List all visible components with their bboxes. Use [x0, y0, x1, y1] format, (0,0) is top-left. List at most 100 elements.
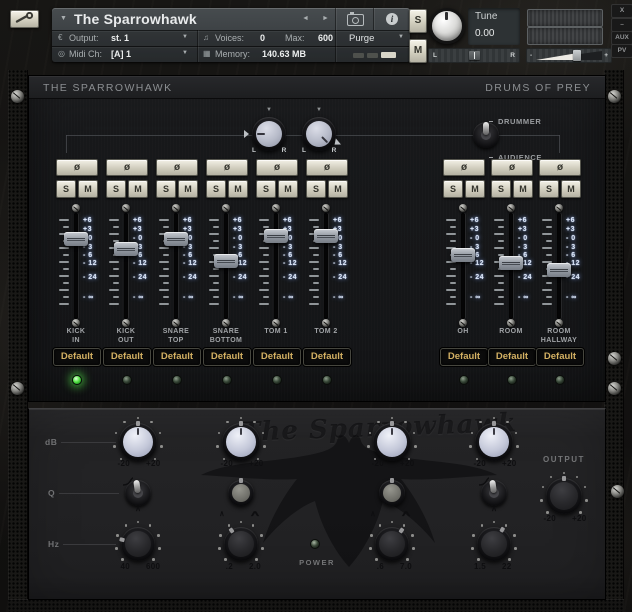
- next-instrument-icon[interactable]: ►: [322, 15, 329, 22]
- master-solo-button[interactable]: S: [409, 9, 427, 33]
- default-button[interactable]: Default: [53, 348, 101, 366]
- band1-freq-knob[interactable]: [121, 527, 155, 561]
- fader-handle[interactable]: [264, 229, 288, 243]
- phase-button[interactable]: ø: [56, 159, 98, 176]
- purge-dropdown-icon[interactable]: ▼: [398, 34, 404, 40]
- band4-gain-knob[interactable]: [475, 423, 513, 461]
- gain-min-label: -20: [205, 459, 233, 468]
- solo-button[interactable]: S: [491, 180, 511, 198]
- mute-button[interactable]: M: [78, 180, 98, 198]
- snapshot-button[interactable]: [335, 8, 374, 30]
- fader-handle[interactable]: [164, 232, 188, 246]
- solo-button[interactable]: S: [106, 180, 126, 198]
- fader-tick: [309, 261, 319, 263]
- band3-gain-knob[interactable]: [373, 423, 411, 461]
- output-value[interactable]: st. 1: [111, 33, 129, 43]
- default-button[interactable]: Default: [536, 348, 584, 366]
- knob-nub: [492, 421, 496, 426]
- fader-handle[interactable]: [499, 256, 523, 270]
- solo-button[interactable]: S: [256, 180, 276, 198]
- mute-button[interactable]: M: [178, 180, 198, 198]
- rack-bottom-strip: [8, 599, 624, 612]
- fader-handle[interactable]: [547, 263, 571, 277]
- wrench-button[interactable]: [10, 10, 39, 28]
- solo-button[interactable]: S: [539, 180, 559, 198]
- fader-handle[interactable]: [451, 248, 475, 262]
- tune-knob[interactable]: [429, 8, 465, 44]
- mute-button[interactable]: M: [278, 180, 298, 198]
- knob-dot: [404, 421, 407, 424]
- fader-bottom-screw: [322, 319, 330, 327]
- knob-dot: [542, 486, 545, 489]
- gain-max-label: +20: [249, 459, 277, 468]
- knob-nub: [239, 478, 243, 483]
- midi-label: Midi Ch:: [69, 49, 102, 59]
- solo-button[interactable]: S: [206, 180, 226, 198]
- band2-gain-knob[interactable]: [222, 423, 260, 461]
- mute-button[interactable]: M: [465, 180, 485, 198]
- fader-handle[interactable]: [214, 254, 238, 268]
- aux-button[interactable]: AUX: [611, 31, 632, 45]
- phase-button[interactable]: ø: [491, 159, 533, 176]
- output-dropdown-icon[interactable]: ▼: [182, 34, 188, 40]
- instrument-dropdown-icon[interactable]: ▼: [60, 15, 67, 22]
- mute-button[interactable]: M: [328, 180, 348, 198]
- close-button[interactable]: X: [611, 4, 632, 18]
- fader-handle[interactable]: [64, 232, 88, 246]
- mute-button[interactable]: M: [228, 180, 248, 198]
- band1-gain-knob[interactable]: [119, 423, 157, 461]
- knob-dot: [563, 472, 566, 475]
- default-button[interactable]: Default: [488, 348, 536, 366]
- knob-dot: [375, 558, 378, 561]
- master-mute-button[interactable]: M: [409, 39, 427, 63]
- band3-freq-knob[interactable]: [375, 527, 409, 561]
- pan-handle[interactable]: [469, 51, 480, 60]
- volume-slider[interactable]: - +: [526, 48, 612, 63]
- phase-button[interactable]: ø: [443, 159, 485, 176]
- band3-q-knob[interactable]: [379, 480, 405, 506]
- fader-tick: [59, 247, 69, 249]
- default-button[interactable]: Default: [153, 348, 201, 366]
- fader-handle[interactable]: [114, 242, 138, 256]
- midi-dropdown-icon[interactable]: ▼: [182, 50, 188, 56]
- solo-button[interactable]: S: [156, 180, 176, 198]
- volume-handle[interactable]: [573, 50, 581, 61]
- fader-tick: [542, 219, 552, 221]
- knob-dot: [152, 558, 155, 561]
- phase-button[interactable]: ø: [539, 159, 581, 176]
- mute-button[interactable]: M: [513, 180, 533, 198]
- mixer-panel: THE SPARROWHAWK DRUMS OF PREY ▼ ▼ L R L …: [28, 75, 606, 402]
- phase-button[interactable]: ø: [256, 159, 298, 176]
- wrench-icon: [14, 11, 35, 28]
- midi-value[interactable]: [A] 1: [111, 49, 131, 59]
- rail-screw: [608, 90, 621, 103]
- phase-button[interactable]: ø: [206, 159, 248, 176]
- prev-instrument-icon[interactable]: ◄: [302, 15, 309, 22]
- pan-slider[interactable]: L R: [428, 48, 520, 63]
- band4-freq-knob[interactable]: [477, 527, 511, 561]
- phase-button[interactable]: ø: [306, 159, 348, 176]
- band2-freq-knob[interactable]: [224, 527, 258, 561]
- minimize-button[interactable]: –: [611, 18, 632, 32]
- mute-button[interactable]: M: [128, 180, 148, 198]
- solo-button[interactable]: S: [306, 180, 326, 198]
- fader-tick: [163, 296, 169, 298]
- purge-button[interactable]: Purge: [349, 33, 374, 44]
- solo-button[interactable]: S: [443, 180, 463, 198]
- mute-button[interactable]: M: [561, 180, 581, 198]
- band2-q-knob[interactable]: [228, 480, 254, 506]
- fader-scale-label: - 3: [233, 244, 243, 251]
- phase-button[interactable]: ø: [106, 159, 148, 176]
- info-button[interactable]: i: [373, 8, 411, 30]
- default-button[interactable]: Default: [303, 348, 351, 366]
- fader-handle[interactable]: [314, 229, 338, 243]
- default-button[interactable]: Default: [440, 348, 488, 366]
- pv-button[interactable]: PV: [611, 44, 632, 58]
- solo-button[interactable]: S: [56, 180, 76, 198]
- default-button[interactable]: Default: [203, 348, 251, 366]
- phase-button[interactable]: ø: [156, 159, 198, 176]
- default-button[interactable]: Default: [253, 348, 301, 366]
- default-button[interactable]: Default: [103, 348, 151, 366]
- fader-tick: [309, 275, 319, 277]
- output-knob[interactable]: [546, 478, 582, 514]
